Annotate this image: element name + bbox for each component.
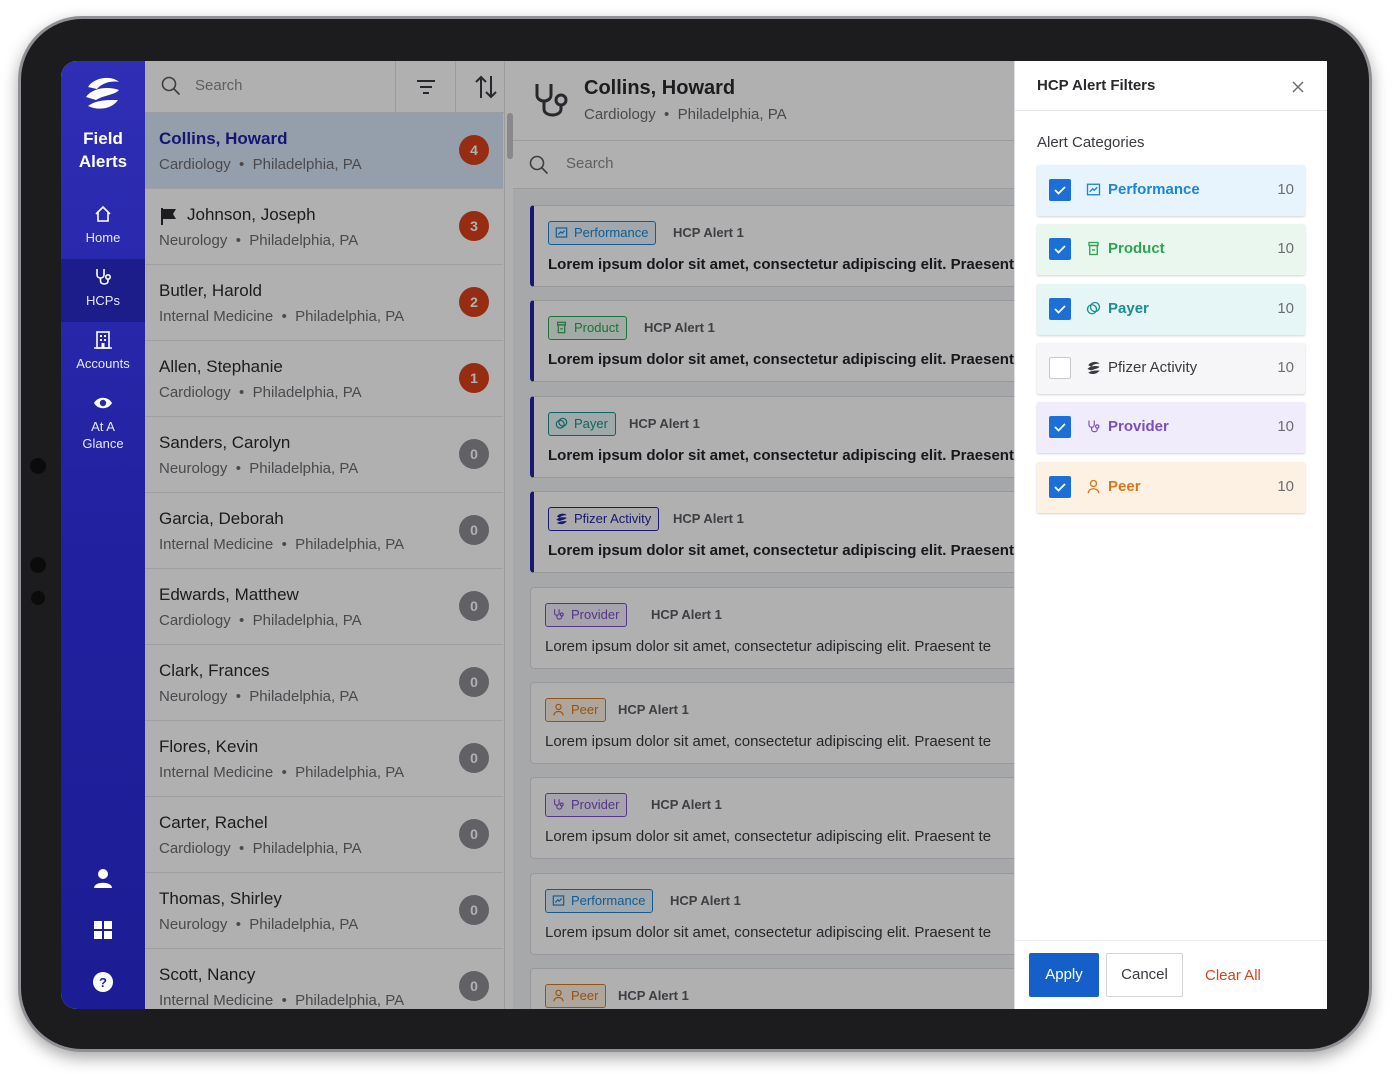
filter-category-product[interactable]: Product 10 <box>1037 224 1305 276</box>
nav-item-home[interactable]: Home <box>61 196 145 259</box>
cancel-button[interactable]: Cancel <box>1106 953 1183 997</box>
user-icon[interactable] <box>92 867 114 889</box>
divider <box>1015 940 1327 941</box>
filter-category-count: 10 <box>1277 358 1294 376</box>
filter-category-label: Pfizer Activity <box>1108 358 1198 376</box>
alert-filter-panel: HCP Alert Filters Alert Categories Perfo… <box>1014 61 1327 1009</box>
app-title: Field Alerts <box>78 129 128 171</box>
nav-item-at-a-glance[interactable]: At A Glance <box>61 385 145 463</box>
filter-category-performance[interactable]: Performance 10 <box>1037 165 1305 216</box>
chart-icon <box>1086 183 1101 196</box>
person-icon <box>1087 479 1100 493</box>
filter-category-payer[interactable]: Payer 10 <box>1037 283 1305 335</box>
filter-category-label: Provider <box>1108 418 1169 436</box>
device-button <box>31 591 45 605</box>
check-icon <box>1054 245 1066 255</box>
filter-category-count: 10 <box>1277 181 1294 198</box>
close-icon[interactable] <box>1288 77 1308 97</box>
check-icon <box>1054 482 1066 492</box>
clear-all-button[interactable]: Clear All <box>1205 967 1261 984</box>
check-icon <box>1054 186 1066 195</box>
nav-item-hcps[interactable]: HCPs <box>61 259 145 322</box>
checkbox[interactable] <box>1049 238 1071 261</box>
checkbox[interactable] <box>1049 356 1071 379</box>
check-icon <box>1054 423 1066 432</box>
nav-item-label: Home <box>85 230 121 245</box>
home-icon <box>95 205 111 222</box>
filter-category-label: Peer <box>1108 477 1141 495</box>
nav-item-accounts[interactable]: Accounts <box>61 322 145 385</box>
filter-category-label: Payer <box>1108 299 1149 317</box>
filter-category-peer[interactable]: Peer 10 <box>1037 461 1305 513</box>
pill-bottle-icon <box>1088 242 1099 256</box>
checkbox[interactable] <box>1049 416 1071 439</box>
apply-button[interactable]: Apply <box>1029 953 1099 997</box>
modal-backdrop[interactable] <box>145 61 1014 1009</box>
pfizer-logo-icon <box>86 77 119 109</box>
checkbox[interactable] <box>1049 179 1071 201</box>
checkbox[interactable] <box>1049 475 1071 498</box>
filter-category-label: Product <box>1108 240 1165 258</box>
filter-panel-title: HCP Alert Filters <box>1037 77 1156 94</box>
coins-icon <box>1086 301 1101 315</box>
filter-category-count: 10 <box>1277 299 1294 317</box>
filter-category-provider[interactable]: Provider 10 <box>1037 402 1305 454</box>
filter-category-count: 10 <box>1277 240 1294 258</box>
divider <box>1015 110 1327 111</box>
filter-category-pfizer-activity[interactable]: Pfizer Activity 10 <box>1037 342 1305 394</box>
grid-icon[interactable] <box>92 919 114 941</box>
help-icon[interactable]: ? <box>92 971 114 993</box>
filter-category-label: Performance <box>1108 181 1200 198</box>
nav-item-label: Accounts <box>76 356 130 371</box>
filter-category-count: 10 <box>1277 477 1294 495</box>
nav-item-label: At A Glance <box>82 419 124 451</box>
building-icon <box>94 331 112 349</box>
device-button <box>30 458 46 474</box>
side-nav: Field Alerts Home HCPs Accounts At A Glance… <box>61 61 145 1009</box>
pfizer-logo-icon <box>1087 361 1100 374</box>
eye-icon <box>94 397 112 409</box>
alert-categories-label: Alert Categories <box>1037 134 1145 151</box>
app-screen: Field Alerts Home HCPs Accounts At A Glance… <box>61 61 1327 1009</box>
nav-item-label: HCPs <box>86 293 120 308</box>
svg-text:?: ? <box>99 975 107 990</box>
filter-category-count: 10 <box>1277 418 1294 436</box>
stethoscope-icon <box>96 269 112 285</box>
device-button <box>30 557 46 573</box>
check-icon <box>1054 304 1066 314</box>
checkbox[interactable] <box>1049 297 1071 320</box>
stethoscope-icon <box>1088 420 1100 433</box>
